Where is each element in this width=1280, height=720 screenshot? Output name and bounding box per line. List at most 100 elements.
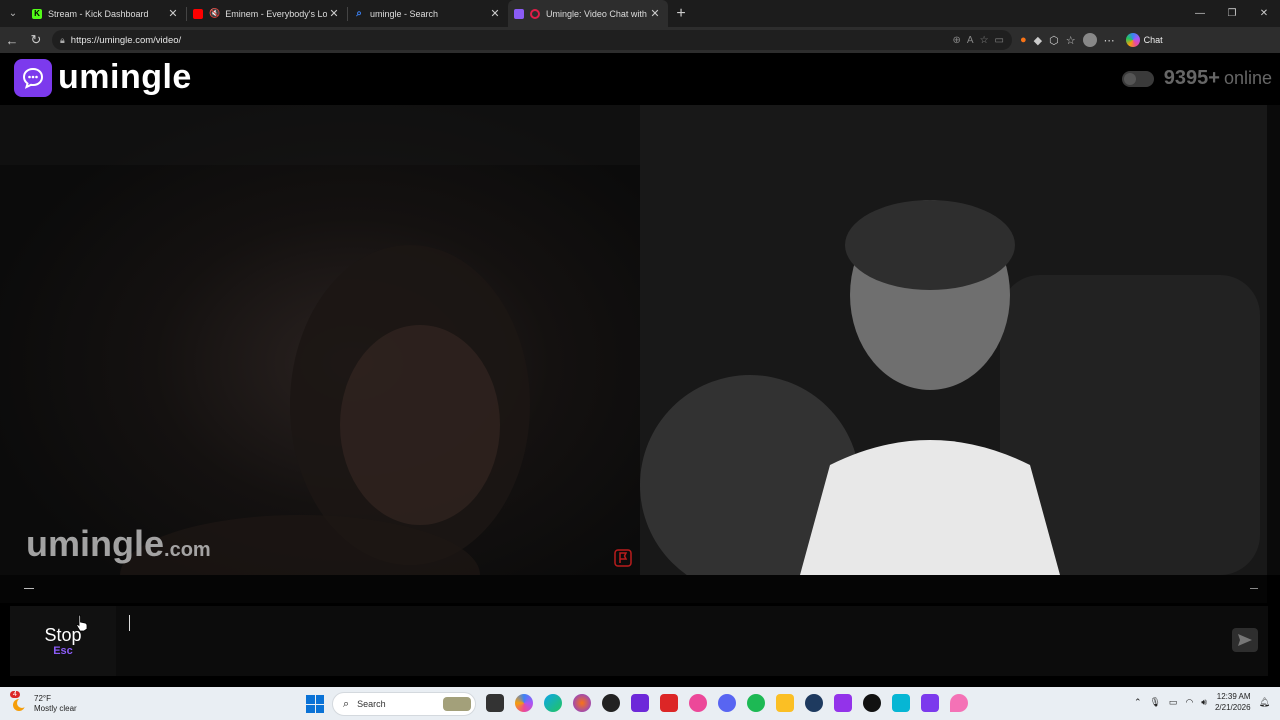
back-arrow-icon[interactable]: ← (0, 28, 24, 52)
microphone-icon[interactable]: 🎙︎ (1149, 697, 1160, 708)
close-tab-icon[interactable]: ✕ (327, 7, 341, 20)
clapper-app-icon[interactable] (834, 694, 852, 712)
umingle-page: umingle 9395 + online umingle.com Stop E… (0, 53, 1280, 687)
mode-toggle[interactable] (1121, 70, 1154, 87)
spotify-icon[interactable] (747, 694, 765, 712)
search-highlight-icon (443, 697, 471, 711)
twitch-icon[interactable] (631, 694, 649, 712)
clock[interactable]: 12:39 AM 2/21/2026 (1215, 691, 1251, 713)
refresh-icon[interactable]: ↻ (24, 28, 48, 52)
browser-tab-kick[interactable]: K Stream - Kick Dashboard ✕ (26, 0, 186, 27)
umingle-logo[interactable]: umingle (14, 58, 192, 97)
media-app-icon[interactable] (863, 694, 881, 712)
new-tab-plus-icon[interactable]: + (668, 0, 694, 27)
weather-badge: 4 (10, 690, 20, 698)
tab-title: umingle - Search (370, 8, 439, 19)
obs-icon[interactable] (602, 694, 620, 712)
weather-temp: 72°F (34, 693, 51, 703)
favorites-icon[interactable]: ☆ (1066, 34, 1076, 47)
firefox-icon[interactable] (573, 694, 591, 712)
notification-bell-icon[interactable]: 🔔︎ (1259, 697, 1270, 708)
music-app-icon[interactable] (689, 694, 707, 712)
online-label: online (1223, 68, 1272, 88)
volume-icon[interactable]: 🔊︎ (1201, 697, 1207, 708)
discord-icon[interactable] (718, 694, 736, 712)
close-tab-icon[interactable]: ✕ (648, 7, 662, 20)
favorite-star-icon[interactable]: ☆ (980, 35, 989, 46)
close-tab-icon[interactable]: ✕ (488, 7, 502, 20)
wifi-icon[interactable]: ◠ (1185, 697, 1193, 708)
muted-speaker-icon[interactable]: 🔇 (209, 8, 220, 19)
pin-app-icon[interactable] (950, 694, 968, 712)
tab-actions-menu-icon[interactable]: ⌄ (0, 0, 26, 27)
logo-text: umingle (58, 58, 192, 96)
stranger-video (0, 105, 640, 575)
fx-app-icon[interactable] (921, 694, 939, 712)
windows-start-icon[interactable] (306, 695, 324, 713)
search-label: Search (357, 699, 386, 709)
browser-tab-search[interactable]: ⌕ umingle - Search ✕ (348, 0, 508, 27)
browser-tab-youtube[interactable]: 🔇 Eminem - Everybody's Lookin ✕ (187, 0, 347, 27)
tab-title: Umingle: Video Chat with Str (546, 8, 648, 19)
self-video (640, 105, 1267, 575)
steam-icon[interactable] (805, 694, 823, 712)
text-caret (129, 615, 130, 631)
chat-bubble-logo-icon (14, 58, 52, 97)
read-aloud-icon[interactable]: A (967, 35, 974, 46)
close-window-icon[interactable]: ✕ (1248, 0, 1280, 27)
taskbar-search[interactable]: ⌕ Search (332, 692, 476, 716)
tab-title: Stream - Kick Dashboard (48, 8, 149, 19)
restore-icon[interactable]: ❐ (1216, 0, 1248, 27)
extension-fox-icon[interactable]: ● (1020, 34, 1027, 46)
copilot-icon (1125, 33, 1140, 47)
umingle-favicon-icon (514, 8, 524, 19)
kick-favicon-icon: K (32, 8, 42, 19)
close-tab-icon[interactable]: ✕ (166, 7, 180, 20)
windows-taskbar: 4 72°F Mostly clear ⌕ Search ⌃ 🎙︎ ▭ ◠ 🔊︎… (0, 687, 1280, 720)
stop-shortcut: Esc (53, 645, 73, 657)
copilot-chat-button[interactable]: Chat (1125, 33, 1163, 47)
site-info-icon[interactable]: 🔒︎ (60, 35, 65, 46)
watermark-domain: .com (164, 539, 211, 561)
camera-icon[interactable]: ▭ (995, 35, 1004, 46)
task-view-icon[interactable] (486, 694, 504, 712)
display-icon[interactable]: ▭ (1169, 697, 1178, 708)
report-flag-icon[interactable] (614, 549, 632, 567)
extension-diamond-icon[interactable]: ◆ (1034, 34, 1042, 47)
file-explorer-icon[interactable] (776, 694, 794, 712)
minimize-icon[interactable]: — (1184, 0, 1216, 27)
cyan-app-icon[interactable] (892, 694, 910, 712)
edge-browser-icon[interactable] (544, 694, 562, 712)
zoom-icon[interactable]: ⊕ (953, 35, 961, 46)
browser-toolbar: ← ↻ 🔒︎ https://umingle.com/video/ ⊕ A ☆ … (0, 27, 1280, 53)
chat-message-input[interactable] (122, 606, 1222, 676)
red-app-icon[interactable] (660, 694, 678, 712)
collapse-right-icon[interactable] (1250, 588, 1258, 589)
browser-tab-umingle[interactable]: Umingle: Video Chat with Str ✕ (508, 0, 668, 27)
video-chat-divider (0, 575, 1267, 603)
youtube-favicon-icon (193, 8, 203, 19)
search-icon: ⌕ (343, 697, 350, 710)
send-button[interactable] (1232, 628, 1258, 652)
weather-widget[interactable]: 4 72°F Mostly clear (10, 690, 130, 714)
taskbar-apps (486, 694, 968, 712)
more-menu-icon[interactable]: ⋯ (1104, 34, 1115, 47)
stranger-video-frame (0, 105, 640, 575)
video-scrollbar[interactable] (1267, 105, 1280, 575)
extensions-puzzle-icon[interactable]: ⬡ (1049, 34, 1059, 47)
umingle-watermark: umingle.com (26, 523, 211, 565)
stop-button[interactable]: Stop Esc (10, 606, 116, 676)
chat-bar: Stop Esc (10, 606, 1268, 676)
online-counter: 9395 + online (1121, 67, 1272, 90)
collapse-left-icon[interactable] (24, 588, 34, 589)
watermark-main: umingle (26, 523, 165, 564)
profile-avatar-icon[interactable] (1082, 33, 1097, 47)
browser-tab-strip: ⌄ K Stream - Kick Dashboard ✕ 🔇 Eminem -… (0, 0, 1280, 27)
moon-weather-icon: 4 (10, 690, 28, 713)
hand-cursor-icon (76, 614, 88, 632)
copilot-app-icon[interactable] (515, 694, 533, 712)
address-bar[interactable]: 🔒︎ https://umingle.com/video/ ⊕ A ☆ ▭ (52, 30, 1012, 50)
clock-date: 2/21/2026 (1214, 703, 1251, 712)
send-arrow-icon (1238, 634, 1252, 646)
tray-overflow-icon[interactable]: ⌃ (1134, 697, 1142, 708)
